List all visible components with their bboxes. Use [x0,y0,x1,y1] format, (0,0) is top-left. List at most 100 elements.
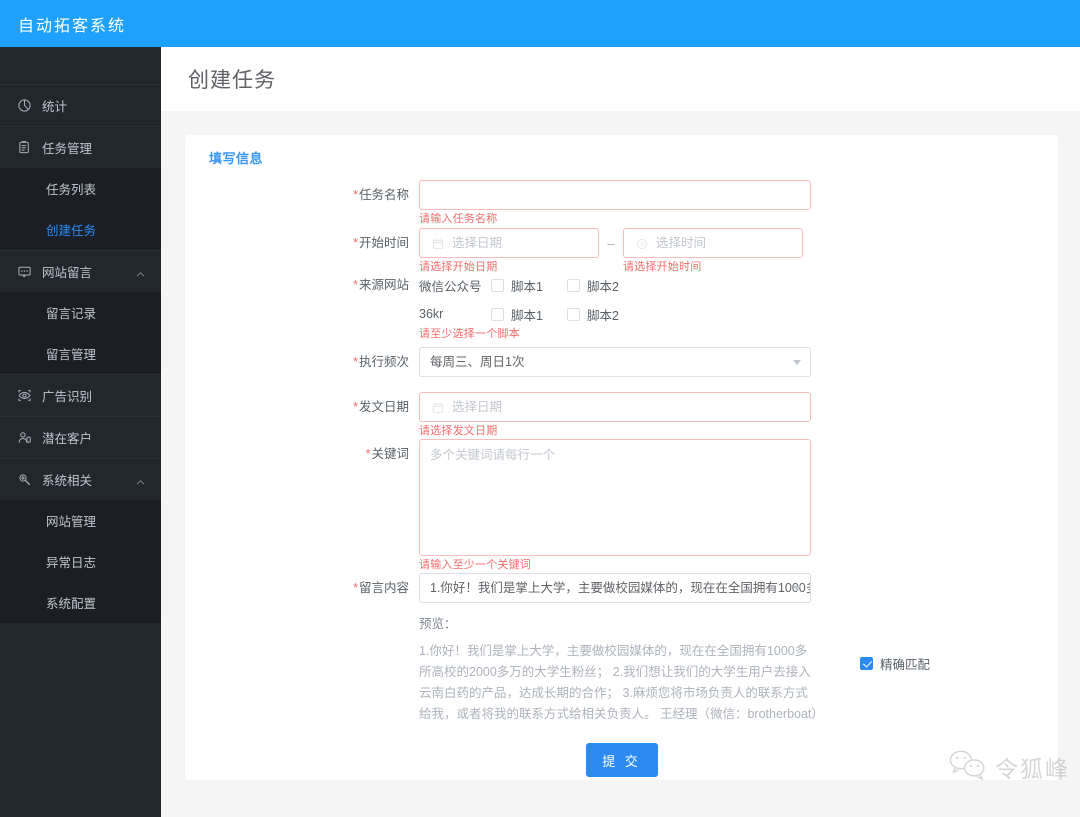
main-content-area: 创建任务 填写信息 *任务名称 请输入任务名称 *开始时间 选择日期 – 选择时… [161,47,1080,817]
start-date-placeholder: 选择日期 [452,236,503,250]
keywords-textarea[interactable] [419,439,811,556]
checkbox-label: 脚本1 [511,308,543,323]
exact-match-checkbox[interactable] [860,657,873,670]
field-task-name: *任务名称 请输入任务名称 [185,180,1058,226]
section-title: 填写信息 [209,151,264,166]
form-card: 填写信息 *任务名称 请输入任务名称 *开始时间 选择日期 – 选择时间 请选择… [185,135,1058,780]
sidebar-item-label: 任务管理 [42,142,93,156]
sidebar-item-label: 创建任务 [46,224,97,238]
source-site-error: 请至少选择一个脚本 [419,328,520,340]
sidebar-item-label: 潜在客户 [42,432,93,446]
publish-date-placeholder: 选择日期 [452,400,503,414]
frequency-value: 每周三、周日1次 [430,355,525,369]
sidebar-item-task-list[interactable]: 任务列表 [0,168,161,209]
field-label: *留言内容 [353,581,409,595]
required-mark: * [353,236,358,250]
calendar-icon [430,229,446,259]
sidebar-item-label: 任务列表 [46,183,97,197]
sidebar-item-ad-recognition[interactable]: 广告识别 [0,374,161,416]
sidebar-item-website-messages[interactable]: 网站留言 [0,250,161,292]
start-time-picker[interactable]: 选择时间 [623,228,803,258]
top-header-bar: 自动拓客系统 [0,0,1080,47]
checkbox-36kr-script1[interactable] [491,307,504,321]
sidebar-item-create-task[interactable]: 创建任务 [0,209,161,250]
keywords-error: 请输入至少一个关键词 [419,559,531,571]
sidebar-item-statistics[interactable]: 统计 [0,84,161,126]
required-mark: * [353,355,358,369]
clock-icon [634,229,650,259]
checkbox-label: 脚本2 [586,279,619,294]
sidebar-item-label: 系统配置 [46,597,97,611]
publish-date-error: 请选择发文日期 [419,425,498,437]
required-mark: * [353,278,358,292]
sidebar-item-website-management[interactable]: 网站管理 [0,500,161,541]
app-brand-title: 自动拓客系统 [18,17,127,35]
submenu-website-messages: 留言记录 留言管理 [0,292,161,374]
field-label: *开始时间 [353,236,409,250]
source-site-name: 36kr [419,307,444,321]
checkbox-wechat-script2[interactable] [566,278,580,292]
sidebar-item-error-log[interactable]: 异常日志 [0,541,161,582]
chevron-down-icon [793,586,801,591]
form-actions: 提 交 [185,743,1058,777]
publish-date-picker[interactable]: 选择日期 [419,392,811,422]
required-mark: * [365,447,371,461]
start-date-picker[interactable]: 选择日期 [419,228,599,258]
source-site-row: 36kr 脚本1 脚本2 [419,303,811,325]
exact-match-checkbox-row[interactable]: 精确匹配 [860,654,930,673]
task-name-error: 请输入任务名称 [419,213,498,225]
task-name-input[interactable] [419,180,811,210]
sidebar-navigation: 统计 任务管理 任务列表 创建任务 网站留言 留言记录 留言管理 广告识别 潜在… [0,47,161,817]
field-message-content: *留言内容 1.你好！我们是掌上大学，主要做校园媒体的，现在在全国拥有1000多… [185,573,1058,725]
page-title: 创建任务 [188,69,276,92]
page-header: 创建任务 [161,47,1080,111]
field-label: *任务名称 [353,188,409,202]
sidebar-item-task-management[interactable]: 任务管理 [0,126,161,168]
create-task-form: *任务名称 请输入任务名称 *开始时间 选择日期 – 选择时间 请选择开始日期 … [185,180,1058,725]
field-source-site: *来源网站 微信公众号 脚本1 脚本2 36kr 脚本1 脚本2 请至少选择一个… [185,274,1058,341]
sidebar-item-system[interactable]: 系统相关 [0,458,161,500]
checkbox-36kr-script2[interactable] [566,307,580,321]
chevron-down-icon [793,360,801,365]
submenu-task-management: 任务列表 创建任务 [0,168,161,250]
field-label: *发文日期 [353,400,409,414]
checkbox-label: 脚本2 [586,308,619,323]
message-content-select[interactable]: 1.你好！我们是掌上大学，主要做校园媒体的，现在在全国拥有1000多所高… [419,573,811,603]
watermark-text: 令狐峰 [995,756,1070,783]
settings-icon [16,471,33,488]
sidebar-item-label: 广告识别 [42,390,93,404]
sidebar-item-message-records[interactable]: 留言记录 [0,292,161,333]
chevron-up-icon [136,476,145,485]
message-content-value: 1.你好！我们是掌上大学，主要做校园媒体的，现在在全国拥有1000多所高… [430,581,810,595]
watermark: 令狐峰 [948,748,1070,785]
required-mark: * [353,188,358,202]
submit-button[interactable]: 提 交 [585,743,658,777]
sidebar-item-system-config[interactable]: 系统配置 [0,582,161,623]
frequency-select[interactable]: 每周三、周日1次 [419,347,811,377]
chevron-up-icon [136,268,145,277]
sidebar-item-label: 留言管理 [46,348,97,362]
sidebar-item-potential-customers[interactable]: 潜在客户 [0,416,161,458]
field-label: *执行频次 [353,355,409,369]
checkbox-wechat-script1[interactable] [491,278,504,292]
preview-label: 预览： [419,617,457,631]
pie-chart-icon [16,97,33,114]
field-label: *来源网站 [353,278,409,292]
sidebar-item-label: 系统相关 [42,474,93,488]
checkbox-label: 脚本1 [511,279,543,294]
start-time-placeholder: 选择时间 [656,236,707,250]
sidebar-item-label: 网站管理 [46,515,97,529]
start-date-error: 请选择开始日期 [419,261,498,273]
sidebar-top-spacer [0,47,161,84]
field-start-time: *开始时间 选择日期 – 选择时间 请选择开始日期 请选择开始时间 [185,228,1058,274]
preview-text: 1.你好！我们是掌上大学，主要做校园媒体的，现在在全国拥有1000多所高校的20… [419,644,824,721]
required-mark: * [353,400,358,414]
field-publish-date: *发文日期 选择日期 请选择发文日期 [185,392,1058,438]
required-mark: * [353,581,358,595]
calendar-icon [430,393,446,423]
wechat-icon [948,748,988,785]
field-frequency: *执行频次 每周三、周日1次 [185,347,1058,377]
sidebar-item-label: 统计 [42,100,68,114]
sidebar-item-message-management[interactable]: 留言管理 [0,333,161,374]
message-icon [16,263,33,280]
